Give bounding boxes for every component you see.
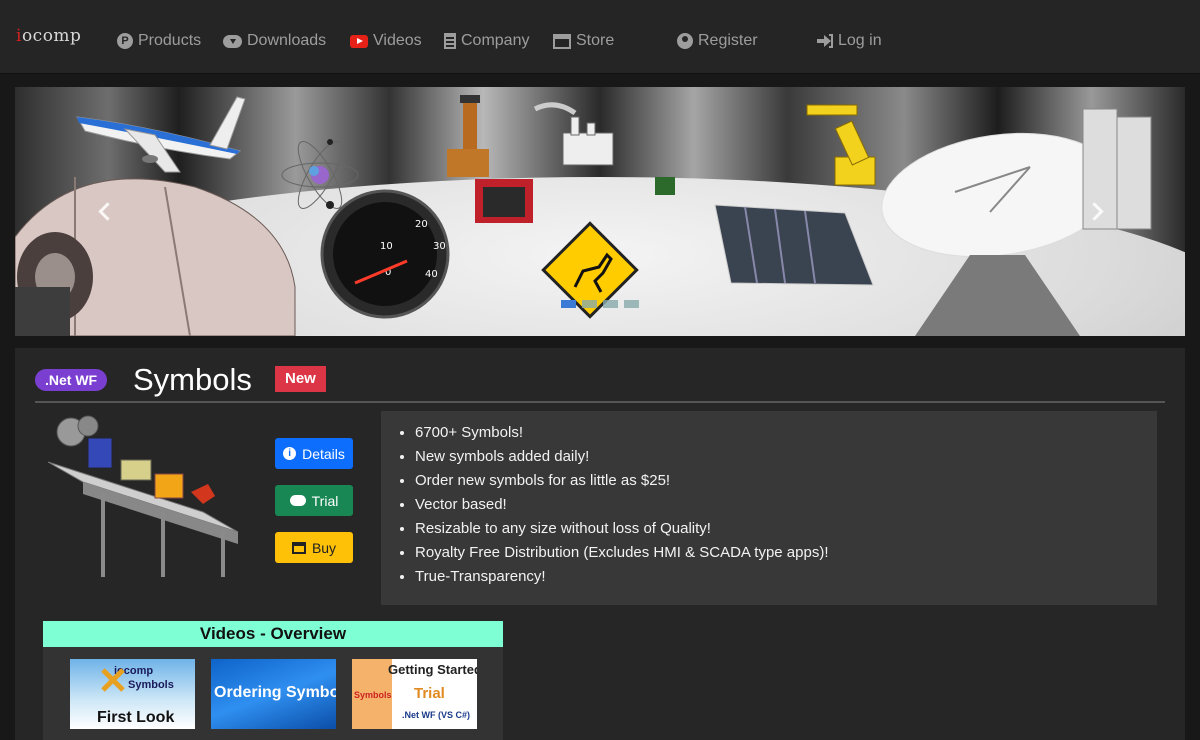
nav-store-label: Store	[576, 32, 615, 49]
gauge-image: 20 30 40 10 0	[320, 189, 450, 319]
cloud-download-icon	[223, 34, 242, 48]
iocomp-logo[interactable]: iiocompocomp	[16, 26, 81, 46]
thumb3-line4: .Net WF (VS C#)	[402, 710, 471, 720]
details-label: Details	[302, 445, 345, 462]
carousel-indicator-2[interactable]	[582, 300, 597, 308]
solar-panel-image	[714, 204, 874, 286]
videos-overview: Videos - Overview iocomp Symbols First L…	[43, 621, 503, 740]
store-icon	[291, 541, 306, 554]
trial-label: Trial	[311, 492, 339, 509]
page-title: Symbols	[133, 362, 252, 397]
nav-store[interactable]: Store	[553, 30, 614, 52]
carousel-next-button[interactable]	[1088, 199, 1106, 225]
feature-item: Resizable to any size without loss of Qu…	[415, 517, 1157, 541]
video-thumb-first-look[interactable]: iocomp Symbols First Look	[70, 659, 195, 729]
nav-videos[interactable]: Videos	[350, 30, 422, 52]
feature-item: New symbols added daily!	[415, 445, 1157, 469]
robot-arm-image	[806, 104, 876, 186]
generator-image	[15, 177, 296, 336]
symbols-logo-icon	[101, 668, 125, 692]
details-button[interactable]: i Details	[275, 438, 353, 469]
nav-products[interactable]: P Products	[117, 30, 201, 52]
nav-login-label: Log in	[838, 32, 882, 49]
factory-image	[533, 102, 614, 166]
login-icon	[817, 33, 833, 49]
thumb1-line2: Symbols	[128, 679, 174, 691]
feature-item: True-Transparency!	[415, 565, 1157, 589]
nav-downloads-label: Downloads	[247, 32, 327, 49]
nav-company-label: Company	[461, 32, 530, 49]
carousel-prev-button[interactable]	[95, 199, 113, 225]
user-icon	[677, 33, 693, 49]
airplane-image	[76, 96, 246, 173]
thumb3-line2: Symbols	[354, 690, 392, 700]
buy-label: Buy	[311, 539, 337, 556]
building-icon	[444, 33, 456, 49]
chip-image	[655, 177, 675, 195]
svg-text:40: 40	[425, 269, 438, 280]
thumb3-line1: Getting Started	[388, 662, 477, 677]
nav-videos-label: Videos	[373, 32, 422, 49]
feature-item: Order new symbols for as little as $25!	[415, 469, 1157, 493]
features-panel: 6700+ Symbols! New symbols added daily! …	[381, 411, 1157, 605]
trial-button[interactable]: Trial	[275, 485, 353, 516]
platform-badge: .Net WF	[35, 369, 108, 391]
carousel-indicator-3[interactable]	[603, 300, 618, 308]
store-icon	[553, 33, 571, 49]
new-badge: New	[275, 366, 326, 392]
info-icon: i	[283, 447, 297, 460]
title-divider	[35, 401, 1165, 403]
youtube-icon	[350, 34, 368, 48]
thumb3-line3: Trial	[414, 685, 445, 702]
features-list: 6700+ Symbols! New symbols added daily! …	[415, 421, 1157, 589]
lighthouse-image	[447, 95, 489, 177]
carousel-indicators	[561, 300, 639, 308]
svg-text:30: 30	[433, 241, 446, 252]
cloud-download-icon	[289, 495, 306, 506]
nav-downloads[interactable]: Downloads	[223, 30, 326, 52]
conveyor-symbols-image	[43, 412, 243, 587]
feature-item: Vector based!	[415, 493, 1157, 517]
feature-item: 6700+ Symbols!	[415, 421, 1157, 445]
video-thumb-getting-started[interactable]: Getting Started Symbols Trial .Net WF (V…	[352, 659, 477, 729]
thumb2-line1: Ordering Symbols	[214, 684, 336, 701]
nav-login[interactable]: Log in	[817, 30, 882, 52]
videos-heading: Videos - Overview	[43, 621, 503, 647]
carousel-indicator-1[interactable]	[561, 300, 576, 308]
nav-register[interactable]: Register	[677, 30, 758, 52]
svg-text:10: 10	[380, 241, 393, 252]
thumb1-line3: First Look	[97, 709, 175, 726]
products-icon: P	[117, 33, 133, 49]
nav-products-label: Products	[138, 32, 202, 49]
video-thumb-ordering-symbols[interactable]: Ordering Symbols	[211, 659, 336, 729]
product-card: .Net WF Symbols New i Details Trial Buy …	[15, 348, 1185, 740]
feature-item: Royalty Free Distribution (Excludes HMI …	[415, 541, 1157, 565]
nav-register-label: Register	[698, 32, 758, 49]
carousel-indicator-4[interactable]	[624, 300, 639, 308]
printer-image	[475, 179, 533, 223]
top-navbar: iiocompocomp P Products Downloads Videos…	[0, 0, 1200, 74]
buy-button[interactable]: Buy	[275, 532, 353, 563]
svg-text:20: 20	[415, 219, 428, 230]
nav-company[interactable]: Company	[444, 30, 529, 52]
hero-carousel[interactable]: 20 30 40 10 0	[15, 87, 1185, 336]
